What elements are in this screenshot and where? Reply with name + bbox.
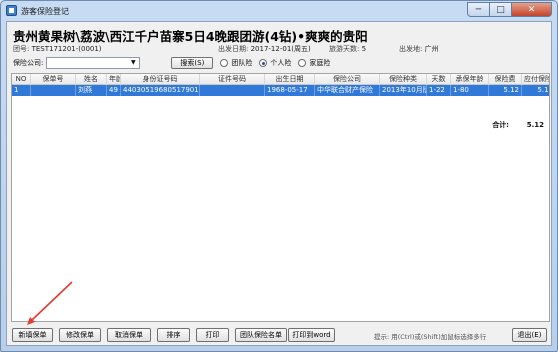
cancel-policy-button[interactable]: 取消保单 bbox=[107, 328, 151, 342]
radio-family-insurance-dot[interactable] bbox=[298, 58, 307, 67]
column-header-certificate[interactable]: 证件号码 bbox=[200, 74, 265, 85]
bottom-toolbar: 新填保单 修改保单 取消保单 排序 打印 团队保险名单 打印到word 提示: … bbox=[7, 328, 553, 342]
insurance-registration-window: 游客保险登记 ─ □ ✕ 贵州黄果树\荔波\西江千户苗寨5日4晚跟团游(4钻)•… bbox=[0, 0, 558, 352]
table-header: NO 保单号 姓名 年龄 身份证号码 证件号码 出生日期 保险公司 保险种类 天… bbox=[12, 74, 549, 85]
cell-policy[interactable] bbox=[31, 85, 76, 96]
departure-date: 出发日期: 2017-12-01(周五) bbox=[218, 44, 311, 54]
column-header-id-number[interactable]: 身份证号码 bbox=[121, 74, 200, 85]
column-header-insurer[interactable]: 保险公司 bbox=[315, 74, 380, 85]
chevron-down-icon[interactable]: ▼ bbox=[128, 59, 138, 67]
print-group-list-button[interactable]: 团队保险名单 bbox=[235, 328, 287, 342]
cell-premium[interactable]: 5.12 bbox=[489, 85, 522, 96]
policy-table[interactable]: NO 保单号 姓名 年龄 身份证号码 证件号码 出生日期 保险公司 保险种类 天… bbox=[11, 73, 550, 322]
table-row[interactable]: 1 刘燕 49 440305196805179018 1968-05-17 中华… bbox=[12, 85, 549, 96]
cell-age[interactable]: 49 bbox=[107, 85, 121, 96]
radio-personal-insurance-label: 个人险 bbox=[270, 58, 292, 67]
column-header-age-range[interactable]: 承保年龄 bbox=[451, 74, 489, 85]
cell-name[interactable]: 刘燕 bbox=[76, 85, 107, 96]
cell-id-number[interactable]: 440305196805179018 bbox=[121, 85, 200, 96]
cell-insurance-type[interactable]: 2013年10月版安 bbox=[380, 85, 427, 96]
cell-age-range[interactable]: 1-80 bbox=[451, 85, 489, 96]
radio-family-insurance-label: 家庭险 bbox=[309, 58, 331, 67]
tour-title: 贵州黄果树\荔波\西江千户苗寨5日4晚跟团游(4钻)•爽爽的贵阳 bbox=[13, 29, 368, 44]
insurer-label: 保险公司: bbox=[13, 58, 44, 67]
exit-button[interactable]: 退出(E) bbox=[512, 328, 547, 342]
maximize-button[interactable]: □ bbox=[490, 2, 512, 17]
tour-days-value: 5 bbox=[361, 45, 367, 53]
cell-payable[interactable]: 5.12 bbox=[522, 85, 549, 96]
departure-date-label: 出发日期: bbox=[218, 45, 249, 53]
column-header-birth-date[interactable]: 出生日期 bbox=[265, 74, 315, 85]
sort-button[interactable]: 排序 bbox=[157, 328, 190, 342]
origin-label: 出发地: bbox=[399, 45, 423, 53]
column-header-name[interactable]: 姓名 bbox=[76, 74, 107, 85]
radio-group-insurance-label: 团队险 bbox=[231, 58, 253, 67]
origin-value: 广州 bbox=[424, 45, 439, 53]
tour-days-label: 旅游天数: bbox=[329, 45, 360, 53]
window-controls: ─ □ ✕ bbox=[467, 2, 552, 17]
origin: 出发地: 广州 bbox=[399, 44, 439, 54]
column-header-days[interactable]: 天数 bbox=[427, 74, 451, 85]
total-row: 合计: 5.12 bbox=[12, 119, 549, 130]
column-header-payable[interactable]: 应付保险费 bbox=[522, 74, 549, 85]
filter-row: 保险公司: ▼ 搜索(S) 团队险 个人险 家庭险 bbox=[13, 56, 330, 69]
total-value: 5.12 bbox=[526, 120, 544, 129]
total-label: 合计: bbox=[492, 120, 509, 129]
group-number: 团号: TEST171201-(0001) bbox=[13, 44, 102, 54]
column-header-policy[interactable]: 保单号 bbox=[31, 74, 76, 85]
radio-group-insurance[interactable]: 团队险 bbox=[220, 58, 252, 68]
column-header-age[interactable]: 年龄 bbox=[107, 74, 121, 85]
insurer-select[interactable]: ▼ bbox=[46, 56, 141, 69]
radio-family-insurance[interactable]: 家庭险 bbox=[298, 58, 330, 68]
cell-birth-date[interactable]: 1968-05-17 bbox=[265, 85, 315, 96]
cell-insurer[interactable]: 中华联合财产保险 bbox=[315, 85, 380, 96]
selection-hint: 提示: 用(Ctrl)或(Shift)加鼠标选择多行 bbox=[374, 333, 487, 341]
cell-days[interactable]: 1-22 bbox=[427, 85, 451, 96]
edit-policy-button[interactable]: 修改保单 bbox=[59, 328, 101, 342]
window-title: 游客保险登记 bbox=[21, 7, 69, 16]
tour-days: 旅游天数: 5 bbox=[329, 44, 366, 54]
print-button[interactable]: 打印 bbox=[196, 328, 229, 342]
search-button[interactable]: 搜索(S) bbox=[171, 56, 214, 69]
print-to-word-button[interactable]: 打印到word bbox=[288, 328, 335, 342]
radio-personal-insurance-dot[interactable] bbox=[259, 58, 268, 67]
client-area: 贵州黄果树\荔波\西江千户苗寨5日4晚跟团游(4钻)•爽爽的贵阳 团号: TES… bbox=[6, 21, 552, 346]
column-header-no[interactable]: NO bbox=[12, 74, 31, 85]
title-bar[interactable]: 游客保险登记 ─ □ ✕ bbox=[1, 1, 557, 20]
radio-group-insurance-dot[interactable] bbox=[220, 58, 229, 67]
new-policy-button[interactable]: 新填保单 bbox=[12, 328, 53, 342]
close-button[interactable]: ✕ bbox=[512, 2, 552, 17]
app-icon bbox=[6, 5, 17, 16]
minimize-button[interactable]: ─ bbox=[467, 2, 490, 17]
departure-date-value: 2017-12-01(周五) bbox=[250, 45, 311, 53]
cell-certificate[interactable] bbox=[200, 85, 265, 96]
column-header-insurance-type[interactable]: 保险种类 bbox=[380, 74, 427, 85]
radio-personal-insurance[interactable]: 个人险 bbox=[259, 58, 291, 68]
group-number-value: TEST171201-(0001) bbox=[31, 45, 102, 53]
column-header-premium[interactable]: 保险费 bbox=[489, 74, 522, 85]
group-number-label: 团号: bbox=[13, 45, 30, 53]
cell-no[interactable]: 1 bbox=[12, 85, 31, 96]
